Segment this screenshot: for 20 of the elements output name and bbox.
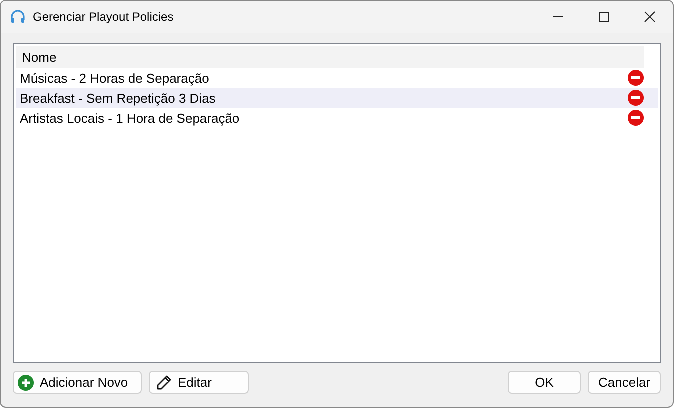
policy-name: Breakfast - Sem Repetição 3 Dias [20, 90, 217, 106]
policy-name: Músicas - 2 Horas de Separação [20, 70, 210, 86]
list-row[interactable]: Breakfast - Sem Repetição 3 Dias [16, 88, 658, 108]
maximize-icon[interactable] [598, 11, 610, 23]
policy-name: Artistas Locais - 1 Hora de Separação [20, 110, 241, 126]
action-button[interactable]: Cancelar [588, 371, 661, 394]
column-header[interactable]: Nome [22, 50, 57, 64]
action-button[interactable]: OK [508, 371, 581, 394]
add-icon [18, 374, 34, 390]
window-title: Gerenciar Playout Policies [33, 10, 174, 24]
pencil-icon [156, 374, 172, 390]
action-button[interactable]: Adicionar Novo [13, 371, 142, 394]
close-icon[interactable] [644, 11, 656, 23]
remove-icon[interactable] [628, 110, 644, 126]
action-button[interactable]: Editar [149, 371, 249, 394]
remove-icon[interactable] [628, 70, 644, 86]
headphones-icon [10, 9, 26, 25]
list-row[interactable]: Artistas Locais - 1 Hora de Separação [16, 108, 658, 128]
remove-icon[interactable] [628, 90, 644, 106]
list-row[interactable]: Músicas - 2 Horas de Separação [16, 68, 658, 88]
